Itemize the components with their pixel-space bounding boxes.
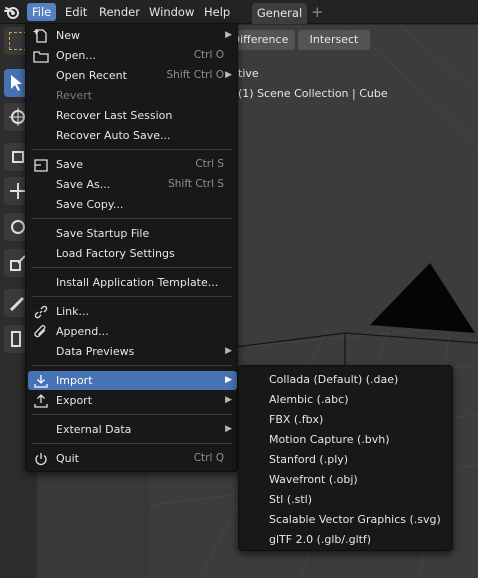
menu-item-label: New <box>56 29 80 42</box>
menu-item-label: Stanford (.ply) <box>269 453 349 466</box>
import-obj[interactable]: Wavefront (.obj) <box>241 470 452 489</box>
shortcut-label: Shift Ctrl S <box>168 178 224 190</box>
append-icon <box>34 325 46 338</box>
menu-item-quit[interactable]: Quit Ctrl Q <box>28 449 237 468</box>
menu-item-label: Export <box>56 394 93 407</box>
import-alembic[interactable]: Alembic (.abc) <box>241 390 452 409</box>
menu-separator <box>32 149 232 150</box>
menu-item-label: Load Factory Settings <box>56 247 175 260</box>
menu-item-install-app-template[interactable]: Install Application Template... <box>28 273 237 292</box>
workspace-tab-general[interactable]: General <box>252 3 307 24</box>
menu-item-import[interactable]: Import ▶ <box>28 371 237 390</box>
menu-item-save-as[interactable]: Save As... Shift Ctrl S <box>28 175 237 194</box>
import-fbx[interactable]: FBX (.fbx) <box>241 410 452 429</box>
menu-item-label: Link... <box>56 305 90 318</box>
viewport-collection-label: (1) Scene Collection | Cube <box>238 87 388 100</box>
submenu-arrow-icon: ▶ <box>225 70 232 80</box>
menu-item-open-recent[interactable]: Open Recent Shift Ctrl O ▶ <box>28 66 237 85</box>
menu-item-append[interactable]: Append... <box>28 322 237 341</box>
import-ply[interactable]: Stanford (.ply) <box>241 450 452 469</box>
menu-item-label: Collada (Default) (.dae) <box>269 373 399 386</box>
menu-item-save-startup-file[interactable]: Save Startup File <box>28 224 237 243</box>
menu-item-label: Import <box>56 374 93 387</box>
menu-item-external-data[interactable]: External Data ▶ <box>28 420 237 439</box>
menu-item-new[interactable]: New ▶ <box>28 26 237 45</box>
menu-item-label: Save <box>56 158 84 171</box>
submenu-arrow-icon: ▶ <box>225 30 232 40</box>
folder-icon <box>33 51 49 63</box>
submenu-arrow-icon: ▶ <box>225 375 232 385</box>
menu-separator <box>32 218 232 219</box>
menu-item-load-factory-settings[interactable]: Load Factory Settings <box>28 244 237 263</box>
menu-item-label: Revert <box>56 89 93 102</box>
menu-item-label: Alembic (.abc) <box>269 393 349 406</box>
menu-item-data-previews[interactable]: Data Previews ▶ <box>28 342 237 361</box>
menu-item-label: FBX (.fbx) <box>269 413 324 426</box>
menu-item-label: Recover Last Session <box>56 109 173 122</box>
menu-item-export[interactable]: Export ▶ <box>28 391 237 410</box>
menu-separator <box>32 443 232 444</box>
shortcut-label: Shift Ctrl O <box>166 69 225 81</box>
menu-item-label: Quit <box>56 452 79 465</box>
menu-item-label: Motion Capture (.bvh) <box>269 433 390 446</box>
menu-edit[interactable]: Edit <box>60 3 92 21</box>
menu-item-label: Append... <box>56 325 109 338</box>
menu-item-label: Save As... <box>56 178 111 191</box>
menu-item-recover-auto-save[interactable]: Recover Auto Save... <box>28 126 237 145</box>
power-icon <box>35 453 47 466</box>
menu-item-save-copy[interactable]: Save Copy... <box>28 195 237 214</box>
import-icon <box>34 375 48 388</box>
menu-item-open[interactable]: Open... Ctrl O <box>28 46 237 65</box>
menu-item-label: Save Startup File <box>56 227 150 240</box>
file-menu: New ▶ Open... Ctrl O Open Recent Shift C… <box>25 23 238 472</box>
menu-item-label: Wavefront (.obj) <box>269 473 358 486</box>
menu-item-label: Save Copy... <box>56 198 124 211</box>
submenu-arrow-icon: ▶ <box>225 424 232 434</box>
menu-item-label: External Data <box>56 423 132 436</box>
top-bar: File Edit Render Window Help General + <box>0 0 478 24</box>
submenu-arrow-icon: ▶ <box>225 346 232 356</box>
menu-item-label: Scalable Vector Graphics (.svg) <box>269 513 441 526</box>
menu-item-label: glTF 2.0 (.glb/.gltf) <box>269 533 372 546</box>
menu-window[interactable]: Window <box>144 3 199 21</box>
shortcut-label: Ctrl Q <box>193 452 224 464</box>
menu-item-label: Recover Auto Save... <box>56 129 171 142</box>
blender-logo-icon[interactable] <box>3 3 21 21</box>
menu-help[interactable]: Help <box>199 3 235 21</box>
menu-item-label: Open Recent <box>56 69 127 82</box>
shortcut-label: Ctrl S <box>195 158 224 170</box>
submenu-arrow-icon: ▶ <box>225 395 232 405</box>
shortcut-label: Ctrl O <box>193 49 224 61</box>
menu-separator <box>32 267 232 268</box>
menu-item-label: Data Previews <box>56 345 135 358</box>
mode-intersect-button[interactable]: Intersect <box>298 30 370 50</box>
import-bvh[interactable]: Motion Capture (.bvh) <box>241 430 452 449</box>
save-icon <box>34 159 48 172</box>
menu-item-label: Open... <box>56 49 96 62</box>
menu-render[interactable]: Render <box>94 3 145 21</box>
menu-separator <box>32 296 232 297</box>
import-collada[interactable]: Collada (Default) (.dae) <box>241 370 452 389</box>
export-icon <box>34 394 48 408</box>
import-svg[interactable]: Scalable Vector Graphics (.svg) <box>241 510 452 529</box>
menu-separator <box>32 414 232 415</box>
menu-item-save[interactable]: Save Ctrl S <box>28 155 237 174</box>
menu-separator <box>32 365 232 366</box>
menu-file[interactable]: File <box>27 3 57 21</box>
add-workspace-button[interactable]: + <box>311 2 324 22</box>
import-gltf[interactable]: glTF 2.0 (.glb/.gltf) <box>241 530 452 549</box>
menu-item-link[interactable]: Link... <box>28 302 237 321</box>
new-file-icon <box>33 29 47 43</box>
menu-item-recover-last-session[interactable]: Recover Last Session <box>28 106 237 125</box>
menu-item-label: Install Application Template... <box>56 276 219 289</box>
import-stl[interactable]: Stl (.stl) <box>241 490 452 509</box>
import-submenu: Collada (Default) (.dae) Alembic (.abc) … <box>238 365 453 551</box>
link-icon <box>34 305 48 319</box>
viewport-perspective-label: tive <box>238 67 259 80</box>
menu-item-label: Stl (.stl) <box>269 493 313 506</box>
menu-item-revert[interactable]: Revert <box>28 86 237 105</box>
